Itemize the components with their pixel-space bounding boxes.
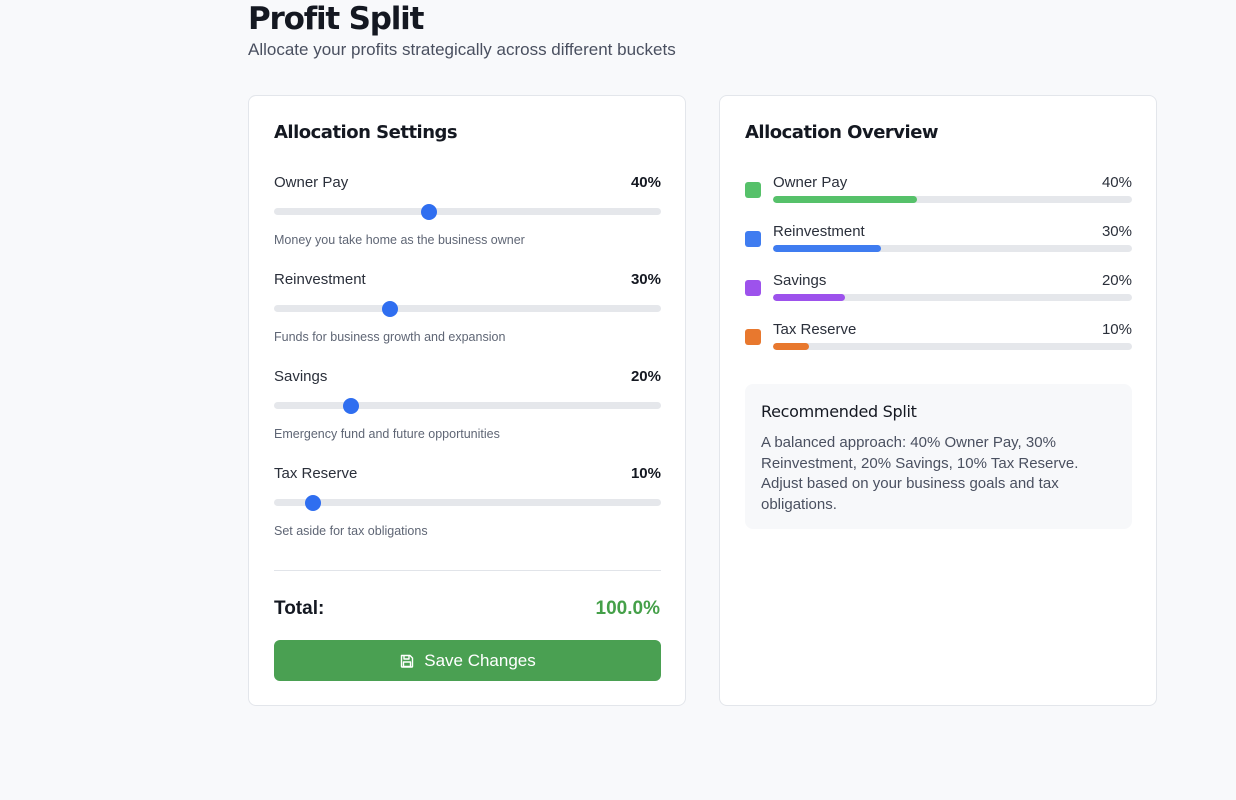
allocation-settings-title: Allocation Settings bbox=[274, 122, 458, 143]
progress-track bbox=[773, 294, 1132, 301]
overview-item-owner-pay: Owner Pay 40% bbox=[745, 174, 1132, 204]
overview-item-reinvestment: Reinvestment 30% bbox=[745, 223, 1132, 253]
progress-fill bbox=[773, 294, 845, 301]
total-value: 100.0% bbox=[595, 598, 660, 619]
tax-reserve-slider[interactable] bbox=[274, 495, 661, 511]
page-title: Profit Split bbox=[248, 1, 424, 37]
slider-group-reinvestment: Reinvestment 30% Funds for business grow… bbox=[274, 271, 661, 351]
slider-label: Savings bbox=[274, 368, 328, 385]
page-subtitle: Allocate your profits strategically acro… bbox=[248, 40, 676, 59]
overview-label: Tax Reserve bbox=[773, 321, 857, 338]
overview-item-savings: Savings 20% bbox=[745, 272, 1132, 302]
color-swatch bbox=[745, 329, 761, 345]
progress-track bbox=[773, 343, 1132, 350]
progress-track bbox=[773, 245, 1132, 252]
slider-thumb[interactable] bbox=[304, 495, 321, 511]
slider-description: Emergency fund and future opportunities bbox=[274, 427, 500, 441]
overview-value: 10% bbox=[1101, 321, 1132, 338]
slider-value: 20% bbox=[630, 368, 661, 385]
profit-split-page: Profit Split Allocate your profits strat… bbox=[0, 0, 1236, 800]
color-swatch bbox=[745, 182, 761, 198]
progress-fill bbox=[773, 343, 809, 350]
allocation-settings-card: Allocation Settings Owner Pay 40% Money … bbox=[248, 95, 686, 706]
save-icon bbox=[399, 653, 415, 669]
reinvestment-slider[interactable] bbox=[274, 301, 661, 317]
allocation-overview-title: Allocation Overview bbox=[745, 122, 939, 143]
save-changes-button[interactable]: Save Changes bbox=[274, 640, 661, 681]
divider bbox=[274, 570, 661, 571]
total-label: Total: bbox=[274, 598, 325, 619]
slider-label: Reinvestment bbox=[274, 271, 366, 288]
slider-value: 40% bbox=[630, 174, 661, 191]
slider-label: Owner Pay bbox=[274, 174, 349, 191]
progress-fill bbox=[773, 245, 881, 252]
recommended-split-text: A balanced approach: 40% Owner Pay, 30% … bbox=[761, 434, 1079, 513]
slider-thumb[interactable] bbox=[343, 398, 360, 414]
slider-group-savings: Savings 20% Emergency fund and future op… bbox=[274, 368, 661, 448]
slider-description: Money you take home as the business owne… bbox=[274, 233, 525, 247]
slider-group-tax-reserve: Tax Reserve 10% Set aside for tax obliga… bbox=[274, 465, 661, 545]
owner-pay-slider[interactable] bbox=[274, 204, 661, 220]
overview-label: Owner Pay bbox=[773, 174, 848, 191]
slider-value: 30% bbox=[630, 271, 661, 288]
progress-fill bbox=[773, 196, 917, 203]
overview-value: 40% bbox=[1101, 174, 1132, 191]
overview-item-tax-reserve: Tax Reserve 10% bbox=[745, 321, 1132, 351]
save-button-label: Save Changes bbox=[424, 650, 536, 670]
progress-track bbox=[773, 196, 1132, 203]
slider-description: Funds for business growth and expansion bbox=[274, 330, 506, 344]
slider-label: Tax Reserve bbox=[274, 465, 358, 482]
recommended-split-box: Recommended Split A balanced approach: 4… bbox=[745, 384, 1132, 529]
color-swatch bbox=[745, 280, 761, 296]
overview-value: 20% bbox=[1101, 272, 1132, 289]
overview-label: Reinvestment bbox=[773, 223, 865, 240]
overview-value: 30% bbox=[1101, 223, 1132, 240]
slider-thumb[interactable] bbox=[420, 204, 437, 220]
slider-description: Set aside for tax obligations bbox=[274, 524, 428, 538]
slider-value: 10% bbox=[630, 465, 661, 482]
slider-group-owner-pay: Owner Pay 40% Money you take home as the… bbox=[274, 174, 661, 254]
savings-slider[interactable] bbox=[274, 398, 661, 414]
allocation-overview-card: Allocation Overview Owner Pay 40% Reinve… bbox=[719, 95, 1157, 706]
color-swatch bbox=[745, 231, 761, 247]
recommended-split-title: Recommended Split bbox=[761, 402, 917, 421]
overview-label: Savings bbox=[773, 272, 827, 289]
slider-thumb[interactable] bbox=[382, 301, 399, 317]
